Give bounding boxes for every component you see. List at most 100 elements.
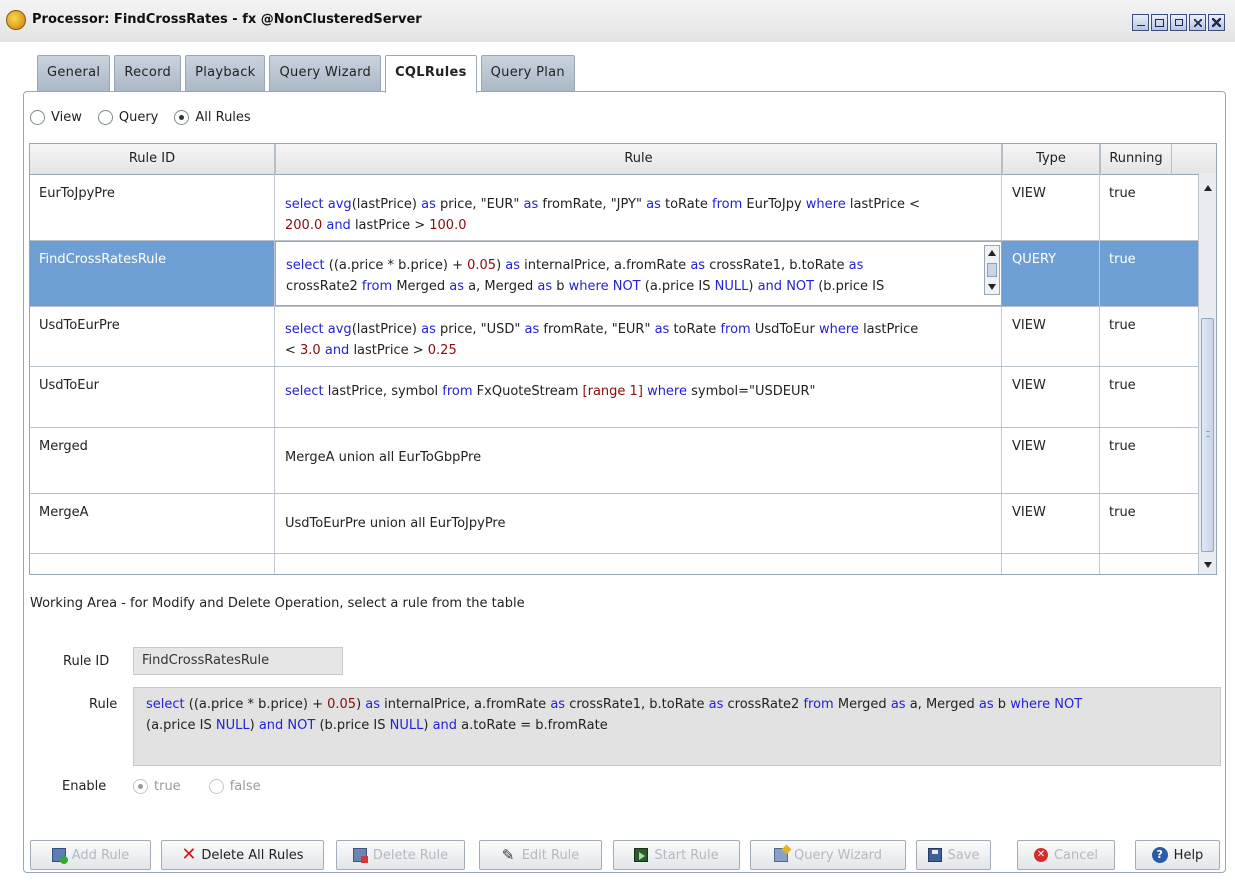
rule-token: as	[654, 322, 670, 337]
cell-scrollbar[interactable]	[984, 245, 1000, 295]
table-row[interactable]: UsdToEur select lastPrice, symbol from F…	[30, 367, 1200, 428]
column-header-running[interactable]: Running	[1100, 144, 1172, 175]
rule-id-field[interactable]: FindCrossRatesRule	[133, 647, 343, 675]
rule-id-label: Rule ID	[63, 654, 110, 669]
tab-query-wizard[interactable]: Query Wizard	[269, 55, 382, 92]
help-button[interactable]: ? Help	[1135, 840, 1220, 870]
help-label: Help	[1173, 847, 1204, 863]
rule-cell-editor[interactable]: select ((a.price * b.price) + 0.05) as i…	[275, 241, 1002, 306]
rule-token: 100.0	[429, 218, 467, 233]
rule-token: )	[496, 258, 506, 273]
edit-rule-button[interactable]: ✎ Edit Rule	[479, 840, 602, 870]
enable-false-option[interactable]: false	[208, 779, 261, 794]
delete-rule-icon	[352, 848, 368, 863]
all-rules-radio-label: All Rules	[195, 110, 251, 125]
rule-token: 3.0	[300, 343, 321, 358]
rules-table: Rule ID Rule Type Running EurToJpyPre se…	[29, 143, 1217, 575]
scroll-up-icon[interactable]	[1204, 185, 1212, 191]
scroll-up-icon[interactable]	[988, 250, 996, 256]
column-header-type[interactable]: Type	[1002, 144, 1100, 175]
rule-token: price, "USD"	[435, 322, 525, 337]
title-bar: Processor: FindCrossRates - fx @NonClust…	[0, 0, 1235, 42]
delete-rule-button[interactable]: Delete Rule	[336, 840, 465, 870]
rule-token: as	[848, 258, 864, 273]
tab-record[interactable]: Record	[114, 55, 182, 92]
rule-token: and	[320, 343, 350, 358]
view-radio[interactable]	[30, 110, 45, 125]
rule-token: UsdToEur	[750, 322, 819, 337]
rule-token: (b.price IS	[814, 279, 885, 294]
maximize-icon[interactable]	[1151, 14, 1168, 31]
rule-id-cell: FindCrossRatesRule	[39, 252, 167, 267]
rule-token: b	[993, 697, 1011, 712]
close-icon[interactable]	[1208, 14, 1225, 31]
rule-token: EurToJpy	[742, 197, 806, 212]
table-row-selected[interactable]: FindCrossRatesRule select ((a.price * b.…	[30, 241, 1200, 307]
rule-token: as	[978, 697, 994, 712]
wizard-icon	[774, 844, 792, 862]
tab-cqlrules[interactable]: CQLRules	[385, 55, 477, 93]
rule-token: from	[712, 197, 743, 212]
rule-token: where	[568, 279, 609, 294]
minimize-icon[interactable]	[1132, 14, 1149, 31]
rule-token: (b.price IS	[315, 718, 390, 733]
filter-all-rules[interactable]: All Rules	[174, 110, 251, 125]
restore-icon[interactable]	[1170, 14, 1187, 31]
rule-token: and	[757, 279, 783, 294]
delete-all-rules-button[interactable]: ✕ Delete All Rules	[161, 840, 324, 870]
rule-line: select avg(lastPrice) as price, "EUR" as…	[285, 194, 991, 215]
rule-id-cell: Merged	[39, 439, 88, 454]
rule-token: as	[421, 322, 436, 337]
app-logo-icon	[6, 10, 26, 30]
column-header-rule[interactable]: Rule	[275, 144, 1002, 175]
close-panel-icon[interactable]	[1189, 14, 1206, 31]
enable-false-radio[interactable]	[208, 779, 224, 794]
table-row[interactable]: EurToJpyPre select avg(lastPrice) as pri…	[30, 175, 1200, 241]
rule-token: crossRate1, b.toRate	[705, 258, 849, 273]
all-rules-radio[interactable]	[174, 110, 190, 125]
rule-token: as	[421, 197, 436, 212]
cancel-button[interactable]: ✕ Cancel	[1017, 840, 1115, 870]
rule-id-cell: UsdToEur	[39, 378, 100, 393]
query-wizard-button[interactable]: Query Wizard	[750, 840, 906, 870]
scroll-down-icon[interactable]	[988, 284, 996, 290]
scroll-thumb[interactable]	[1201, 318, 1214, 552]
rule-id-cell: EurToJpyPre	[39, 186, 115, 201]
rule-line: select avg(lastPrice) as price, "USD" as…	[285, 319, 991, 340]
enable-true-option[interactable]: true	[133, 779, 181, 794]
rule-token: from	[720, 322, 751, 337]
filter-query[interactable]: Query	[97, 110, 158, 125]
rule-line: MergeA union all EurToGbpPre	[285, 447, 991, 468]
rule-token: ((a.price * b.price) +	[184, 697, 328, 712]
query-radio[interactable]	[97, 110, 113, 125]
rule-token: NOT	[782, 279, 815, 294]
rule-text-cell: select avg(lastPrice) as price, "EUR" as…	[285, 194, 991, 236]
tab-general[interactable]: General	[37, 55, 111, 92]
table-row-empty	[30, 554, 1200, 574]
filter-view[interactable]: View	[30, 110, 82, 125]
tab-query-plan[interactable]: Query Plan	[480, 55, 575, 92]
table-row[interactable]: MergeA UsdToEurPre union all EurToJpyPre…	[30, 494, 1200, 554]
rule-token: 0.05	[327, 697, 357, 712]
save-button[interactable]: Save	[916, 840, 991, 870]
add-rule-button[interactable]: Add Rule	[30, 840, 151, 870]
rule-line: select ((a.price * b.price) + 0.05) as i…	[146, 694, 1208, 715]
table-scrollbar[interactable]	[1198, 173, 1216, 574]
scroll-down-icon[interactable]	[1204, 562, 1212, 568]
rule-textarea[interactable]: select ((a.price * b.price) + 0.05) as i…	[133, 687, 1221, 766]
rule-token: as	[537, 279, 553, 294]
type-cell: VIEW	[1012, 186, 1046, 201]
type-cell: VIEW	[1012, 505, 1046, 520]
column-header-rule-id[interactable]: Rule ID	[30, 144, 275, 175]
table-row[interactable]: UsdToEurPre select avg(lastPrice) as pri…	[30, 307, 1200, 367]
table-row[interactable]: Merged MergeA union all EurToGbpPre VIEW…	[30, 428, 1200, 494]
rule-token: as	[550, 697, 566, 712]
start-rule-button[interactable]: Start Rule	[613, 840, 740, 870]
scroll-thumb[interactable]	[987, 263, 997, 277]
rule-token: as	[524, 322, 540, 337]
enable-true-radio[interactable]	[133, 779, 148, 794]
rule-token: )	[423, 718, 433, 733]
rule-token: select	[285, 384, 324, 399]
rule-token: from	[361, 279, 393, 294]
tab-playback[interactable]: Playback	[185, 55, 266, 92]
